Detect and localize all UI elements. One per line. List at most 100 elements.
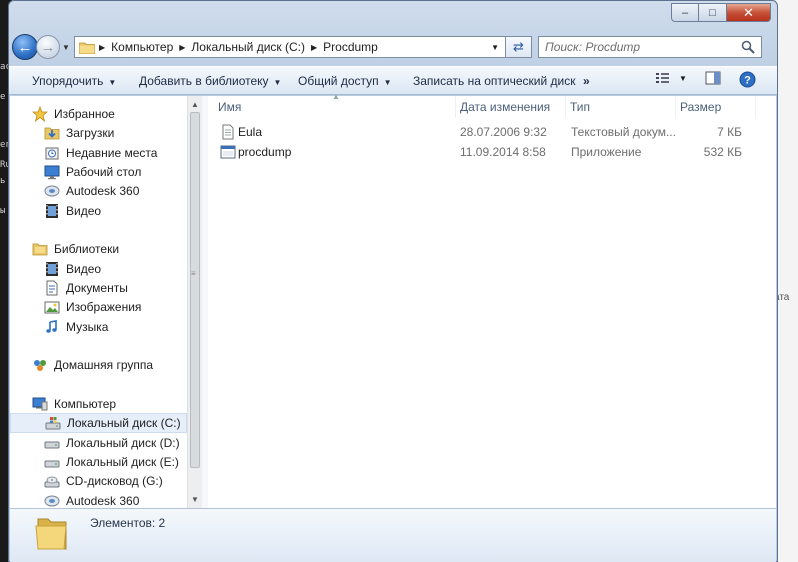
nav-item[interactable]: Избранное [10, 104, 187, 124]
burn-label: Записать на оптический диск [413, 74, 576, 88]
nav-item[interactable]: Загрузки [10, 123, 187, 143]
nav-item-label: Документы [66, 281, 128, 295]
organize-label: Упорядочить [32, 74, 104, 88]
nav-item-label: Autodesk 360 [66, 494, 140, 508]
navigation-pane: Избранное Загрузки Недавние места Рабочий с… [10, 96, 202, 508]
forward-button[interactable]: → [36, 35, 60, 59]
nav-item-label: Изображения [66, 300, 142, 314]
nav-item[interactable]: Домашняя группа [10, 355, 187, 375]
cloud-drive-icon [44, 493, 60, 508]
file-name: Eula [238, 125, 263, 139]
close-button[interactable]: ✕ [727, 3, 771, 22]
nav-item[interactable]: Библиотеки [10, 239, 187, 259]
file-date: 28.07.2006 9:32 [460, 125, 547, 139]
console-text: ы [0, 206, 6, 216]
add-to-library-button[interactable]: Добавить в библиотеку ▼ [139, 74, 281, 88]
arrow-left-icon: ← [17, 38, 33, 56]
folder-icon [35, 518, 67, 550]
drive-icon [44, 454, 60, 470]
maximize-button[interactable]: □ [699, 3, 727, 22]
nav-item[interactable]: Autodesk 360 [10, 181, 187, 201]
burn-button[interactable]: Записать на оптический диск [413, 74, 576, 88]
breadcrumb[interactable]: ▶ Procdump [311, 40, 378, 54]
back-button[interactable]: ← [12, 34, 38, 60]
nav-item[interactable]: Autodesk 360 [10, 491, 187, 508]
command-bar: Упорядочить ▼ Добавить в библиотеку ▼ Общи… [9, 66, 777, 95]
file-row[interactable]: Eula 28.07.2006 9:32 Текстовый докум... … [208, 122, 768, 142]
nav-item-label: Локальный диск (C:) [67, 416, 181, 430]
file-type: Приложение [571, 145, 642, 159]
nav-item[interactable]: Локальный диск (E:) [10, 452, 187, 472]
svg-text:?: ? [744, 75, 751, 87]
column-header-label: Тип [570, 100, 591, 114]
scroll-down-icon[interactable]: ▼ [191, 495, 199, 504]
nav-item[interactable]: Изображения [10, 297, 187, 317]
nav-item[interactable]: Музыка [10, 317, 187, 337]
help-button[interactable]: ? [739, 71, 756, 88]
search-input[interactable]: Поиск: Procdump [538, 36, 762, 58]
libraries-icon [32, 241, 48, 257]
minimize-button[interactable]: – [671, 3, 699, 22]
preview-pane-button[interactable] [705, 71, 721, 85]
column-header-name[interactable]: Имя [214, 96, 456, 118]
nav-item[interactable]: Компьютер [10, 394, 187, 414]
column-header-date[interactable]: Дата изменения [456, 96, 566, 118]
nav-item[interactable]: Документы [10, 278, 187, 298]
more-commands-button[interactable]: » [583, 74, 590, 88]
column-header-label: Дата изменения [460, 100, 551, 114]
address-bar[interactable]: ▶ Компьютер ▶ Локальный диск (C:) ▶ Proc… [74, 36, 506, 58]
nav-item[interactable]: Видео [10, 201, 187, 221]
music-icon [44, 319, 60, 335]
refresh-button[interactable]: ⇄ [506, 36, 532, 58]
nav-item[interactable]: Рабочий стол [10, 162, 187, 182]
documents-icon [44, 280, 60, 296]
breadcrumb[interactable]: ▶ Компьютер [99, 40, 173, 54]
column-header-size[interactable]: Размер [676, 96, 756, 118]
address-history-dropdown[interactable]: ▼ [491, 43, 499, 52]
scroll-up-icon[interactable]: ▲ [191, 100, 199, 109]
nav-item-label: Компьютер [54, 397, 117, 411]
nav-item[interactable]: Недавние места [10, 143, 187, 163]
breadcrumb-computer[interactable]: Компьютер [111, 40, 173, 54]
details-pane: Элементов: 2 [10, 508, 776, 562]
view-options[interactable]: ▼ [655, 71, 687, 85]
navigation-scrollbar[interactable]: ▲ ≡ ▼ [187, 96, 202, 508]
share-button[interactable]: Общий доступ ▼ [298, 74, 392, 88]
downloads-icon [44, 125, 60, 141]
item-count: Элементов: 2 [90, 516, 166, 530]
add-library-label: Добавить в библиотеку [139, 74, 269, 88]
organize-button[interactable]: Упорядочить ▼ [32, 74, 116, 88]
star-icon [31, 105, 49, 123]
file-size: 532 КБ [703, 145, 742, 159]
chevron-down-icon: ▼ [108, 78, 117, 87]
cloud-drive-icon [44, 183, 60, 199]
file-row[interactable]: procdump 11.09.2014 8:58 Приложение 532 … [208, 142, 768, 162]
nav-item[interactable]: Локальный диск (C:) [10, 413, 187, 433]
homegroup-icon [32, 357, 48, 373]
nav-item-label: Домашняя группа [54, 358, 154, 372]
nav-item[interactable]: CD-дисковод (G:) [10, 471, 187, 491]
recent-pages-dropdown[interactable]: ▼ [62, 43, 70, 52]
chevron-right-icon: ▶ [99, 42, 106, 52]
grip-icon: ≡ [191, 269, 196, 278]
recent-places-icon [44, 145, 60, 161]
console-text: e [0, 92, 6, 102]
chevron-down-icon[interactable]: ▼ [679, 74, 687, 83]
computer-icon [32, 396, 48, 412]
column-header-label: Имя [218, 100, 242, 114]
scrollbar-thumb[interactable] [190, 112, 200, 468]
search-icon [741, 40, 755, 54]
breadcrumb-drive-c[interactable]: Локальный диск (C:) [191, 40, 305, 54]
breadcrumb[interactable]: ▶ Локальный диск (C:) [179, 40, 305, 54]
file-size: 7 КБ [717, 125, 742, 139]
breadcrumb-procdump[interactable]: Procdump [323, 40, 378, 54]
preview-pane-icon [705, 71, 721, 85]
column-header-type[interactable]: Тип [566, 96, 676, 118]
nav-item[interactable]: Видео [10, 259, 187, 279]
file-list: ▲ Имя Дата изменения Тип Размер Eula 28.… [208, 92, 776, 508]
application-icon [220, 145, 236, 159]
nav-item-label: Видео [66, 262, 102, 276]
nav-item-label: Библиотеки [54, 242, 120, 256]
share-label: Общий доступ [298, 74, 379, 88]
nav-item[interactable]: Локальный диск (D:) [10, 433, 187, 453]
